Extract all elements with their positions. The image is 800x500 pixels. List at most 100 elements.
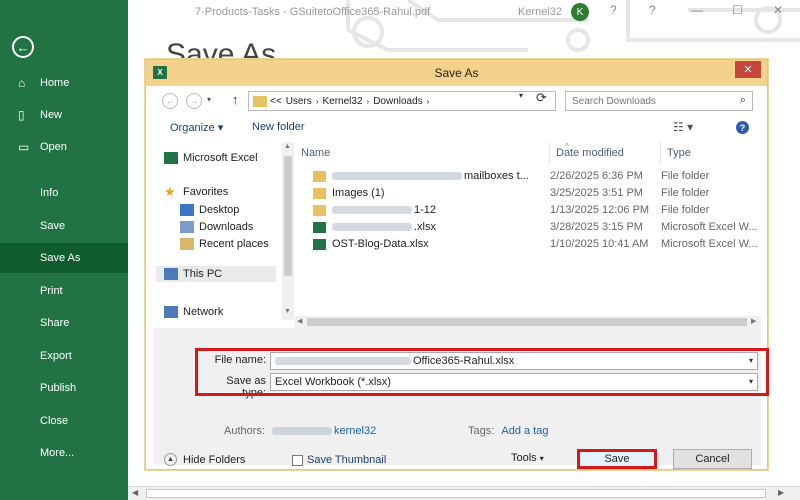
nav-item-microsoft-excel[interactable]: Microsoft Excel	[164, 152, 258, 164]
help-icon[interactable]: ?	[610, 3, 617, 17]
up-arrow-icon[interactable]: ↑	[232, 92, 239, 107]
organize-button[interactable]: Organize ▾	[170, 121, 223, 134]
new-folder-button[interactable]: New folder	[252, 121, 305, 133]
nav-item-this-pc[interactable]: This PC	[156, 266, 276, 282]
scroll-down-icon[interactable]: ▼	[284, 308, 291, 315]
scroll-left-icon[interactable]: ◀	[132, 488, 138, 497]
nav-item-favorites[interactable]: ★ Favorites	[164, 185, 228, 198]
authors-field[interactable]: Authors: kernel32	[224, 425, 376, 437]
file-date: 1/13/2025 12:06 PM	[550, 204, 650, 216]
address-bar[interactable]: << Users › Kernel32 › Downloads ›	[248, 91, 556, 111]
chevron-right-icon[interactable]: ›	[316, 97, 319, 106]
list-item[interactable]: Images (1) 3/25/2025 3:51 PM File folder	[295, 185, 761, 202]
scroll-thumb[interactable]	[146, 489, 766, 498]
minimize-icon[interactable]: —	[691, 3, 703, 17]
tags-field[interactable]: Tags: Add a tag	[468, 425, 548, 437]
backstage-item-info[interactable]: Info	[0, 178, 128, 208]
file-name: Images (1)	[332, 187, 385, 199]
backstage-item-export[interactable]: Export	[0, 341, 128, 371]
excel-file-icon	[313, 238, 326, 250]
nav-item-downloads[interactable]: Downloads	[180, 221, 253, 233]
excel-file-icon	[313, 221, 326, 233]
search-input[interactable]: Search Downloads ⌕	[565, 91, 753, 111]
organize-label: Organize	[170, 122, 215, 134]
backstage-item-save[interactable]: Save	[0, 211, 128, 241]
nav-item-label: Network	[183, 306, 224, 318]
redacted-text	[332, 206, 412, 214]
backstage-item-save-as[interactable]: Save As	[0, 243, 128, 273]
tools-label: Tools	[511, 452, 537, 464]
nav-item-network[interactable]: Network	[164, 306, 223, 318]
back-arrow-icon[interactable]: ←	[12, 36, 34, 58]
file-list-scrollbar[interactable]: ◀ ▶	[295, 316, 761, 328]
list-item[interactable]: OST-Blog-Data.xlsx 1/10/2025 10:41 AM Mi…	[295, 236, 761, 253]
nav-item-label: Microsoft Excel	[183, 152, 258, 164]
backstage-item-open[interactable]: ▭ Open	[0, 132, 128, 162]
backstage-item-label: Save	[40, 220, 66, 232]
folder-icon	[313, 187, 326, 199]
scroll-thumb[interactable]	[284, 156, 292, 276]
scroll-up-icon[interactable]: ▲	[284, 143, 291, 150]
backstage-item-print[interactable]: Print	[0, 276, 128, 306]
tools-button[interactable]: Tools ▾	[511, 452, 544, 464]
forward-icon[interactable]: →	[186, 93, 202, 109]
column-header-date-modified[interactable]: Date modified	[550, 142, 661, 164]
help-icon[interactable]: ?	[736, 121, 749, 134]
backstage-item-label: Save As	[40, 252, 81, 264]
file-type: File folder	[661, 170, 710, 182]
column-header-name[interactable]: Name	[295, 142, 550, 164]
chevron-right-icon[interactable]: ›	[367, 97, 370, 106]
cancel-button[interactable]: Cancel	[673, 449, 752, 469]
scroll-thumb[interactable]	[307, 318, 747, 326]
save-button[interactable]: Save	[577, 449, 657, 469]
backstage-item-more[interactable]: More...	[0, 438, 128, 468]
breadcrumb-downloads[interactable]: Downloads	[373, 96, 422, 107]
list-item[interactable]: 1-12 1/13/2025 12:06 PM File folder	[295, 202, 761, 219]
list-item[interactable]: .xlsx 3/28/2025 3:15 PM Microsoft Excel …	[295, 219, 761, 236]
highlight-box	[195, 348, 769, 396]
tags-value: Add a tag	[501, 425, 549, 437]
backstage-item-new[interactable]: ▯ New	[0, 100, 128, 130]
refresh-icon[interactable]: ⟳	[536, 90, 547, 106]
file-date: 3/28/2025 3:15 PM	[550, 221, 643, 233]
search-icon[interactable]: ⌕	[740, 94, 746, 107]
scroll-right-icon[interactable]: ▶	[751, 317, 756, 325]
chevron-right-icon[interactable]: ›	[427, 97, 430, 106]
horizontal-scrollbar[interactable]: ◀ ▶	[128, 486, 800, 500]
scroll-right-icon[interactable]: ▶	[778, 488, 784, 497]
nav-pane-scrollbar[interactable]: ▲ ▼	[282, 142, 294, 320]
downloads-icon	[180, 221, 194, 233]
backstage-item-publish[interactable]: Publish	[0, 373, 128, 403]
column-header-type[interactable]: Type	[661, 142, 761, 164]
backstage-item-label: Export	[40, 350, 72, 362]
nav-item-desktop[interactable]: Desktop	[180, 204, 239, 216]
backstage-item-close[interactable]: Close	[0, 406, 128, 436]
list-item[interactable]: mailboxes t... 2/26/2025 6:36 PM File fo…	[295, 168, 761, 185]
back-icon[interactable]: ←	[162, 93, 178, 109]
nav-item-label: Desktop	[199, 204, 240, 216]
chevron-down-icon[interactable]: ▾	[519, 91, 523, 100]
chevron-down-icon[interactable]: ▾	[207, 95, 211, 104]
nav-item-recent-places[interactable]: Recent places	[180, 238, 269, 250]
account-name: Kernel32	[518, 6, 563, 18]
file-type: File folder	[661, 187, 710, 199]
hide-folders-button[interactable]: ▲ Hide Folders	[164, 453, 245, 466]
backstage-item-home[interactable]: ⌂ Home	[0, 68, 128, 98]
breadcrumb-kernel32[interactable]: Kernel32	[322, 96, 362, 107]
file-type: Microsoft Excel W...	[661, 221, 758, 233]
close-button[interactable]: ✕	[735, 61, 761, 78]
avatar[interactable]: K	[571, 3, 589, 21]
breadcrumb-overflow[interactable]: <<	[270, 96, 282, 107]
nav-item-label: This PC	[183, 268, 223, 280]
close-icon[interactable]: ✕	[773, 3, 783, 17]
help-icon[interactable]: ?	[649, 3, 656, 17]
breadcrumb-users[interactable]: Users	[286, 96, 312, 107]
maximize-icon[interactable]: ☐	[732, 3, 743, 17]
scroll-left-icon[interactable]: ◀	[297, 317, 302, 325]
nav-item-label: Downloads	[199, 221, 254, 233]
home-icon: ⌂	[18, 76, 26, 90]
view-options-icon[interactable]: ☷ ▾	[673, 120, 693, 134]
authors-label: Authors:	[224, 425, 265, 437]
backstage-item-label: Publish	[40, 382, 77, 394]
backstage-item-share[interactable]: Share	[0, 308, 128, 338]
